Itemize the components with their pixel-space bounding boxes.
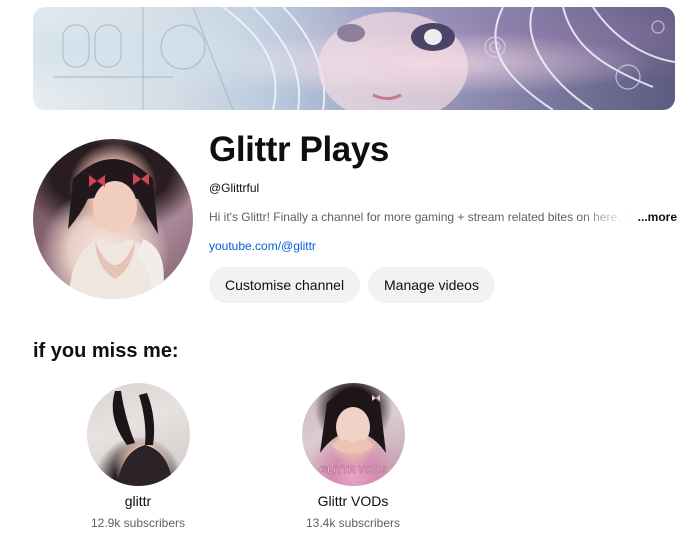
channel-description[interactable]: Hi it's Glittr! Finally a channel for mo… [209, 209, 677, 227]
vods-avatar-text: GLITTR VODS [319, 465, 387, 476]
featured-channel-subscribers: 13.4k subscribers [305, 516, 401, 530]
featured-channel-avatar[interactable] [86, 383, 190, 486]
featured-channel-name[interactable]: glittr [63, 491, 213, 511]
description-text: Hi it's Glittr! Finally a channel for mo… [209, 210, 629, 224]
channel-url-link[interactable]: youtube.com/@glittr [209, 238, 316, 254]
channel-name: Glittr Plays [209, 130, 389, 169]
avatar-photo [68, 159, 164, 299]
featured-channel-avatar[interactable]: GLITTR VODS [301, 383, 405, 486]
channel-avatar[interactable] [33, 139, 193, 299]
manage-videos-button[interactable]: Manage videos [368, 267, 495, 303]
vods-photo: GLITTR VODS [319, 390, 387, 476]
channel-handle: @Glittrful [209, 181, 260, 195]
channel-banner [33, 7, 675, 110]
featured-section-title: if you miss me: [33, 340, 179, 362]
description-more-link[interactable]: ...more [635, 209, 677, 225]
featured-channel-subscribers: 12.9k subscribers [90, 516, 186, 530]
banner-artwork [53, 7, 675, 110]
featured-channel-name[interactable]: Glittr VODs [278, 491, 428, 511]
customise-channel-button[interactable]: Customise channel [209, 267, 360, 303]
bunny-ears-photo [112, 391, 173, 486]
featured-channel-card[interactable]: glittr 12.9k subscribers [63, 383, 213, 531]
featured-channel-card[interactable]: GLITTR VODS Glittr VODs 13.4k subscriber… [278, 383, 428, 531]
